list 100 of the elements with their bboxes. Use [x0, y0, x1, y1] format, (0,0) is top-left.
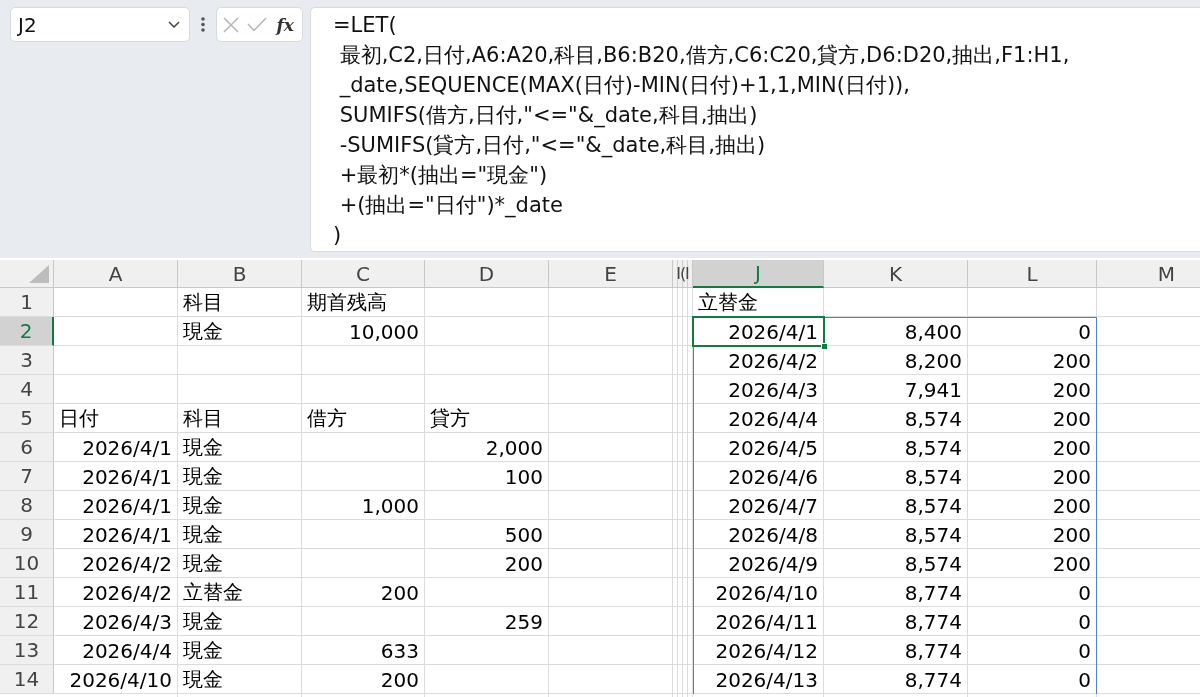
grid-cell[interactable]: 現金: [178, 549, 302, 578]
grid-cell[interactable]: 2026/4/3: [693, 375, 824, 404]
grid-cell[interactable]: 200: [425, 549, 549, 578]
grid-cell[interactable]: 2026/4/1: [54, 462, 178, 491]
row-header[interactable]: 4: [0, 375, 54, 404]
grid-cell[interactable]: 200: [968, 346, 1097, 375]
grid-cell[interactable]: 8,574: [824, 404, 968, 433]
grid-cell[interactable]: 科目: [178, 404, 302, 433]
row-header[interactable]: 11: [0, 578, 54, 607]
row-header[interactable]: 10: [0, 549, 54, 578]
grid-cell[interactable]: 期首残高: [302, 288, 425, 317]
grid-cell[interactable]: 259: [425, 607, 549, 636]
grid-cell[interactable]: 200: [302, 578, 425, 607]
column-header[interactable]: M: [1097, 260, 1200, 288]
grid-cell[interactable]: 2026/4/1: [54, 491, 178, 520]
grid-cell[interactable]: 2026/4/13: [693, 665, 824, 694]
grid-cell[interactable]: 8,200: [824, 346, 968, 375]
grid-cell[interactable]: 633: [302, 636, 425, 665]
grid-cell[interactable]: 2026/4/10: [693, 578, 824, 607]
insert-function-button[interactable]: fx: [274, 14, 296, 35]
grid-cell[interactable]: 200: [968, 491, 1097, 520]
grid-cell[interactable]: 現金: [178, 636, 302, 665]
grid-cell[interactable]: 現金: [178, 462, 302, 491]
column-header[interactable]: L: [968, 260, 1097, 288]
grid-cell[interactable]: 2026/4/7: [693, 491, 824, 520]
grid-cell[interactable]: 科目: [178, 288, 302, 317]
grid-cell[interactable]: 8,774: [824, 665, 968, 694]
name-box[interactable]: J2: [10, 7, 190, 42]
grid-cell[interactable]: 2026/4/1: [54, 520, 178, 549]
row-header[interactable]: 1: [0, 288, 54, 317]
grid-cell[interactable]: 2,000: [425, 433, 549, 462]
grid-cell[interactable]: 現金: [178, 607, 302, 636]
grid-cell[interactable]: 200: [968, 462, 1097, 491]
grid-cell[interactable]: 8,774: [824, 578, 968, 607]
grid-cell[interactable]: 2026/4/10: [54, 665, 178, 694]
grid-cell[interactable]: 0: [968, 636, 1097, 665]
grid-cell[interactable]: 200: [968, 404, 1097, 433]
grid-cell[interactable]: 2026/4/4: [54, 636, 178, 665]
grid-cell[interactable]: 2026/4/12: [693, 636, 824, 665]
row-header[interactable]: 6: [0, 433, 54, 462]
grid-cell[interactable]: 現金: [178, 433, 302, 462]
row-header[interactable]: 8: [0, 491, 54, 520]
grid-cell[interactable]: 現金: [178, 317, 302, 346]
grid-cell[interactable]: 8,574: [824, 462, 968, 491]
grid-cell[interactable]: 7,941: [824, 375, 968, 404]
column-header[interactable]: E: [549, 260, 673, 288]
grid-cell[interactable]: 借方: [302, 404, 425, 433]
grid-cell[interactable]: 2026/4/3: [54, 607, 178, 636]
grid-cell[interactable]: 0: [968, 317, 1097, 346]
row-header[interactable]: 3: [0, 346, 54, 375]
grid-cell[interactable]: 500: [425, 520, 549, 549]
column-header[interactable]: D: [425, 260, 549, 288]
grid-cell[interactable]: 0: [968, 665, 1097, 694]
grid-cell[interactable]: 200: [968, 433, 1097, 462]
formula-field[interactable]: [310, 7, 1200, 252]
grid-cell[interactable]: 100: [425, 462, 549, 491]
row-header[interactable]: 12: [0, 607, 54, 636]
chevron-down-icon[interactable]: [168, 21, 180, 28]
grid-cell[interactable]: 現金: [178, 665, 302, 694]
grid-cell[interactable]: 2026/4/4: [693, 404, 824, 433]
grid-cell[interactable]: 2026/4/1: [693, 317, 824, 346]
grid-cell[interactable]: 0: [968, 607, 1097, 636]
grid-cell[interactable]: 8,574: [824, 520, 968, 549]
grid-cell[interactable]: 2026/4/5: [693, 433, 824, 462]
row-header[interactable]: 13: [0, 636, 54, 665]
grid-cell[interactable]: 8,774: [824, 636, 968, 665]
grid-cell[interactable]: 10,000: [302, 317, 425, 346]
grid-cell[interactable]: 0: [968, 578, 1097, 607]
grid-cell[interactable]: 日付: [54, 404, 178, 433]
grid-cell[interactable]: 200: [968, 520, 1097, 549]
grid-cell[interactable]: 8,774: [824, 607, 968, 636]
grid-cell[interactable]: 8,574: [824, 491, 968, 520]
grid-cell[interactable]: 現金: [178, 520, 302, 549]
grid-cell[interactable]: 2026/4/8: [693, 520, 824, 549]
grid-cell[interactable]: 貸方: [425, 404, 549, 433]
grid-cell[interactable]: 8,574: [824, 549, 968, 578]
grid-cell[interactable]: 8,574: [824, 433, 968, 462]
grid-cell[interactable]: 立替金: [178, 578, 302, 607]
grid-cell[interactable]: 2026/4/1: [54, 433, 178, 462]
row-header[interactable]: 7: [0, 462, 54, 491]
grid-cell[interactable]: 200: [302, 665, 425, 694]
column-header[interactable]: I(I: [673, 260, 693, 288]
grid-cell[interactable]: 2026/4/2: [693, 346, 824, 375]
grid-cell[interactable]: 現金: [178, 491, 302, 520]
grid-cell[interactable]: 8,400: [824, 317, 968, 346]
grid-cell[interactable]: 立替金: [693, 288, 824, 317]
grid-cell[interactable]: 1,000: [302, 491, 425, 520]
grid-cell[interactable]: 2026/4/2: [54, 549, 178, 578]
grid-cell[interactable]: 2026/4/11: [693, 607, 824, 636]
row-header[interactable]: 5: [0, 404, 54, 433]
column-header[interactable]: C: [302, 260, 425, 288]
grid-cell[interactable]: 2026/4/6: [693, 462, 824, 491]
row-header[interactable]: 9: [0, 520, 54, 549]
more-options-icon[interactable]: [201, 17, 205, 32]
grid-cell[interactable]: 200: [968, 375, 1097, 404]
row-header[interactable]: 14: [0, 665, 54, 694]
grid-cell[interactable]: 2026/4/9: [693, 549, 824, 578]
grid-cell[interactable]: 2026/4/2: [54, 578, 178, 607]
grid-cell[interactable]: 200: [968, 549, 1097, 578]
column-header[interactable]: B: [178, 260, 302, 288]
